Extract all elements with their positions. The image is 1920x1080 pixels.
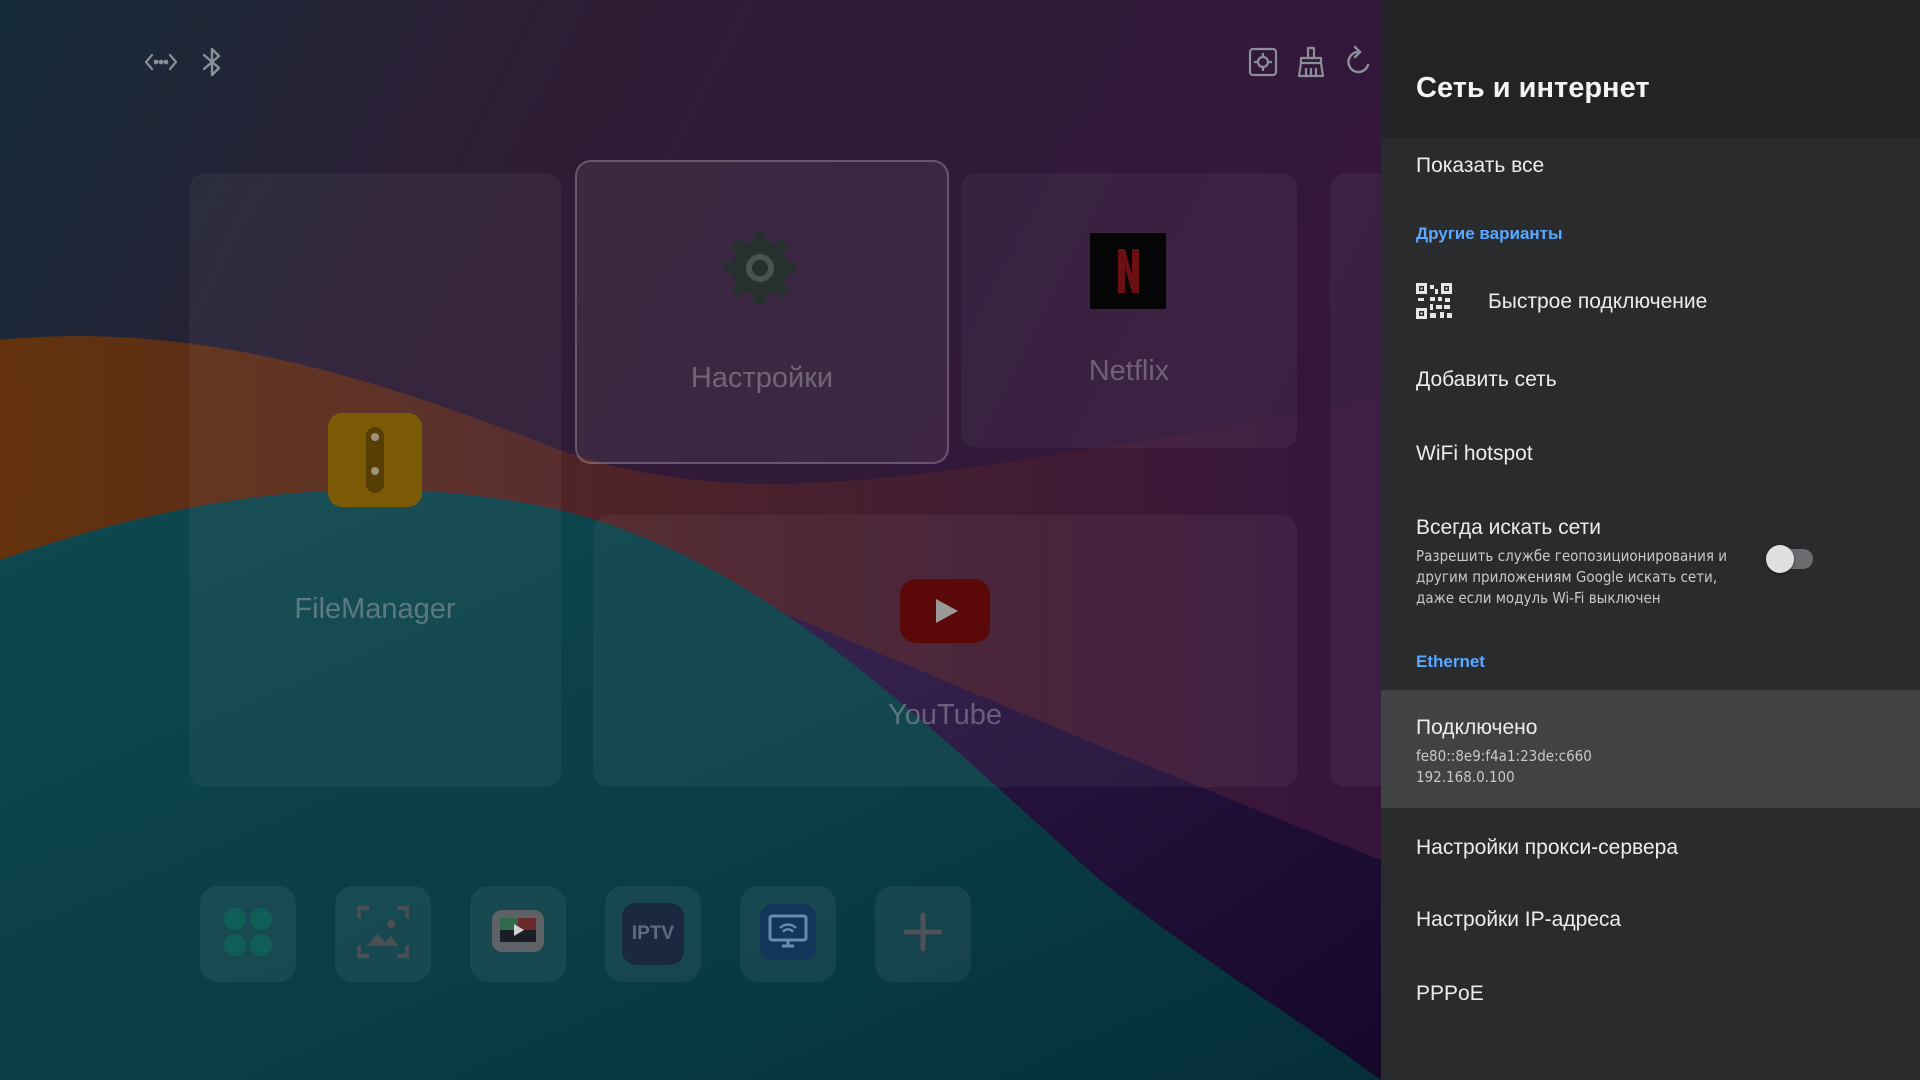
iptv-icon: IPTV [622, 903, 684, 965]
wifi-hotspot-item[interactable]: WiFi hotspot [1381, 426, 1920, 482]
dock-iptv[interactable]: IPTV [605, 886, 701, 982]
section-header-other: Другие варианты [1416, 224, 1563, 243]
show-all-item[interactable]: Показать все [1381, 142, 1920, 192]
file-manager-icon [328, 413, 422, 507]
panel-title: Сеть и интернет [1416, 72, 1650, 104]
app-label: Netflix [1088, 355, 1170, 387]
ipv6-address: fe80::8e9:f4a1:23de:c660 [1416, 747, 1592, 765]
ip-settings-item[interactable]: Настройки IP-адреса [1381, 892, 1920, 948]
always-scan-label: Всегда искать сети [1416, 516, 1601, 539]
ipv4-address: 192.168.0.100 [1416, 768, 1515, 786]
description-line: Разрешить службе геопозиционирования и [1416, 547, 1728, 565]
app-label: Настройки [690, 362, 834, 394]
netflix-icon [1090, 233, 1166, 309]
apps-grid-icon [218, 902, 278, 967]
panel-header: Сеть и интернет [1381, 0, 1920, 138]
connected-label: Подключено [1416, 716, 1538, 739]
clean-icon[interactable] [1293, 44, 1329, 80]
app-card-settings[interactable]: Настройки [575, 160, 949, 464]
app-label: YouTube [888, 699, 1002, 731]
app-card-partial[interactable] [1330, 173, 1381, 787]
ip-settings-label: Настройки IP-адреса [1416, 908, 1622, 931]
add-network-item[interactable]: Добавить сеть [1381, 352, 1920, 408]
dock-apps[interactable] [200, 886, 296, 982]
dock-add[interactable] [875, 886, 971, 982]
ip-addresses: fe80::8e9:f4a1:23de:c660 192.168.0.100 [1416, 746, 1592, 788]
ethernet-connected-item[interactable]: Подключено fe80::8e9:f4a1:23de:c660 192.… [1381, 690, 1920, 808]
add-network-label: Добавить сеть [1416, 368, 1557, 391]
pppoe-item[interactable]: PPPoE [1381, 964, 1920, 1020]
screenshot-icon[interactable] [1245, 44, 1281, 80]
dock-media-player[interactable] [470, 886, 566, 982]
iptv-text: IPTV [631, 923, 675, 944]
media-player-icon [486, 900, 550, 969]
always-scan-item[interactable]: Всегда искать сети Разрешить службе геоп… [1381, 500, 1920, 620]
show-all-label: Показать все [1416, 154, 1545, 177]
pppoe-label: PPPoE [1416, 982, 1484, 1005]
app-card-netflix[interactable]: Netflix [961, 173, 1297, 448]
proxy-settings-item[interactable]: Настройки прокси-сервера [1381, 818, 1920, 874]
description-line: другим приложениям Google искать сети, [1416, 568, 1718, 586]
dock-screen-cast[interactable] [740, 886, 836, 982]
qr-code-icon [1416, 283, 1452, 324]
network-arrows-icon [143, 44, 179, 80]
settings-panel: Сеть и интернет Показать все Другие вари… [1381, 0, 1920, 1080]
app-label: FileManager [294, 593, 456, 625]
bluetooth-icon [194, 44, 230, 80]
add-icon [898, 907, 948, 962]
dock-gallery[interactable] [335, 886, 431, 982]
gear-icon [720, 228, 800, 308]
launcher-background: FileManager Настройки Netflix YouTube IP… [0, 0, 1381, 1080]
section-header-ethernet: Ethernet [1416, 652, 1485, 671]
toggle-thumb [1766, 545, 1794, 573]
always-scan-description: Разрешить службе геопозиционирования и д… [1416, 546, 1727, 609]
quick-connect-label: Быстрое подключение [1488, 290, 1708, 313]
screen-cast-icon [756, 900, 820, 969]
description-line: даже если модуль Wi-Fi выключен [1416, 589, 1661, 607]
quick-connect-item[interactable]: Быстрое подключение [1381, 272, 1920, 334]
gallery-icon [353, 902, 413, 967]
proxy-settings-label: Настройки прокси-сервера [1416, 836, 1678, 859]
wifi-hotspot-label: WiFi hotspot [1416, 442, 1533, 465]
app-card-filemanager[interactable]: FileManager [189, 173, 561, 787]
refresh-icon[interactable] [1341, 44, 1377, 80]
youtube-icon [900, 579, 990, 643]
app-card-youtube[interactable]: YouTube [593, 515, 1297, 787]
